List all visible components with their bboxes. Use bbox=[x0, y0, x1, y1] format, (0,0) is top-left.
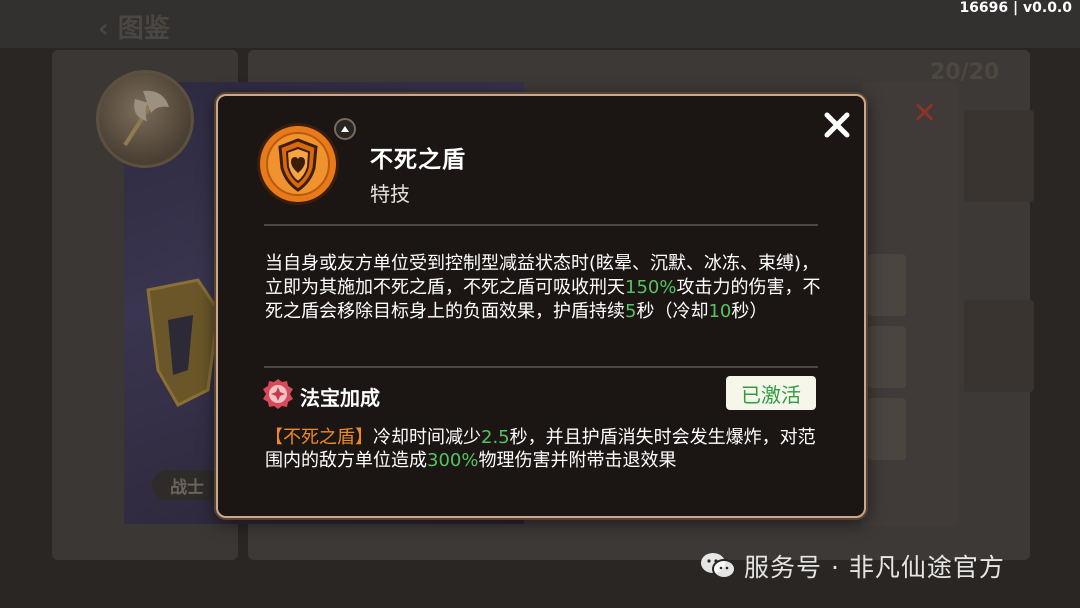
close-button[interactable] bbox=[820, 108, 854, 142]
skill-type: 特技 bbox=[370, 182, 410, 206]
card-thumb-2[interactable] bbox=[964, 300, 1034, 392]
card-thumb-1[interactable] bbox=[964, 110, 1034, 202]
close-icon bbox=[824, 112, 850, 138]
helmet-art-icon bbox=[146, 278, 220, 407]
divider-top bbox=[264, 224, 818, 226]
watermark: 服务号 · 非凡仙途官方 bbox=[700, 548, 1005, 584]
skill-row-3[interactable] bbox=[868, 398, 906, 460]
back-button[interactable]: ‹ 图鉴 bbox=[98, 8, 170, 45]
version-label: 16696 | v0.0.0 bbox=[959, 0, 1072, 16]
treasure-seal-icon bbox=[263, 379, 293, 409]
divider-middle bbox=[264, 366, 818, 368]
class-tag: 战士 bbox=[152, 470, 222, 500]
skill-name: 不死之盾 bbox=[370, 147, 466, 173]
axe-badge-icon[interactable] bbox=[96, 70, 194, 168]
activated-status-badge: 已激活 bbox=[726, 376, 816, 410]
treasure-bonus-title: 法宝加成 bbox=[300, 386, 380, 410]
back-arrow-icon: ‹ bbox=[98, 14, 109, 44]
wechat-icon bbox=[701, 553, 736, 579]
skill-detail-popup: 不死之盾 特技 当自身或友方单位受到控制型减益状态时(眩晕、沉默、冰冻、束缚)，… bbox=[216, 94, 866, 518]
skill-description: 当自身或友方单位受到控制型减益状态时(眩晕、沉默、冰冻、束缚)，立即为其施加不死… bbox=[265, 253, 821, 322]
shield-heart-icon bbox=[257, 123, 339, 205]
rank-up-icon bbox=[334, 118, 356, 140]
skill-row-1[interactable] bbox=[868, 254, 906, 316]
treasure-bonus-description: 【不死之盾】冷却时间减少2.5秒，并且护盾消失时会发生爆炸，对范围内的敌方单位造… bbox=[265, 427, 816, 471]
detail-close-icon[interactable]: ✕ bbox=[912, 96, 937, 131]
skill-row-2[interactable] bbox=[868, 326, 906, 388]
nav-title: 图鉴 bbox=[117, 14, 170, 44]
watermark-text: 服务号 · 非凡仙途官方 bbox=[744, 553, 1005, 582]
